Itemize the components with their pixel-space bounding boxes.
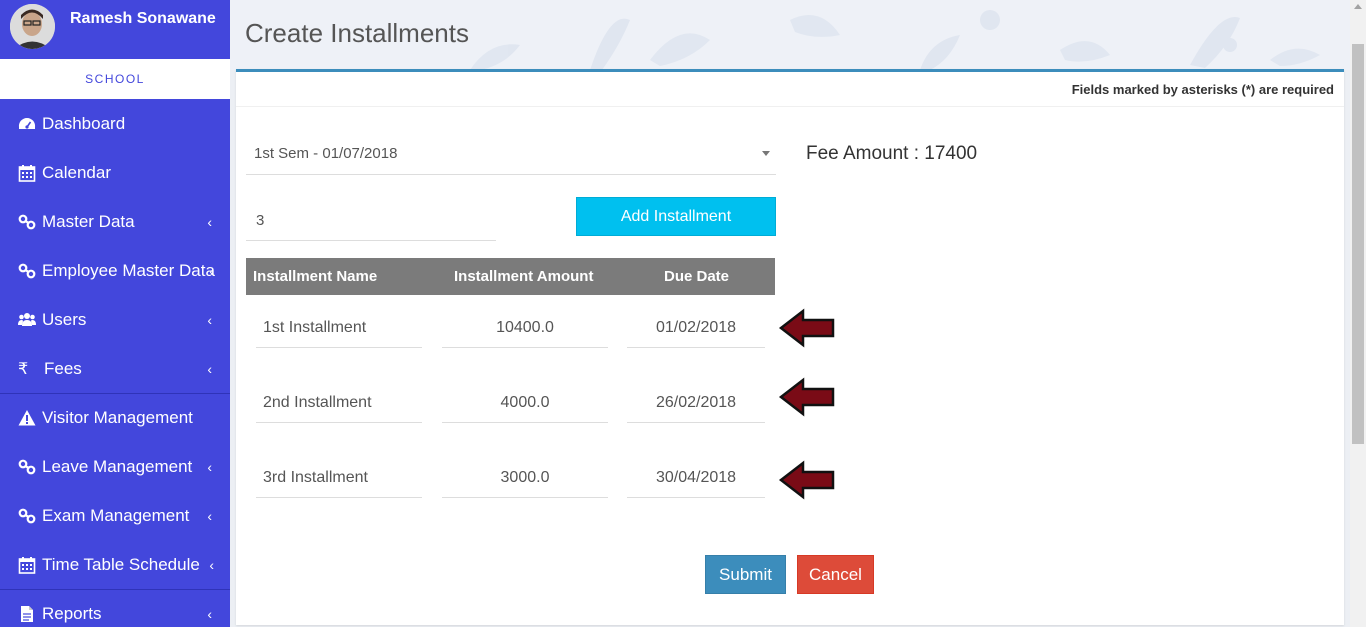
sidebar-item-exam-management[interactable]: Exam Management ‹ xyxy=(0,491,230,540)
installment-name-input[interactable] xyxy=(256,308,422,348)
installment-name-input[interactable] xyxy=(256,458,422,498)
sidebar-item-label: Master Data xyxy=(42,211,135,231)
header-background: Create Installments xyxy=(230,0,1350,70)
link-icon xyxy=(18,507,40,525)
arrow-left-icon xyxy=(778,377,835,417)
sidebar-item-label: Leave Management xyxy=(42,456,193,476)
installment-amount-input[interactable] xyxy=(442,308,608,348)
add-installment-button[interactable]: Add Installment xyxy=(576,197,776,236)
sidebar-item-visitor-management[interactable]: Visitor Management xyxy=(0,393,230,442)
installment-amount-input[interactable] xyxy=(442,458,608,498)
sidebar-item-label: Employee Master Data xyxy=(42,260,215,280)
column-header-installment-name: Installment Name xyxy=(253,268,378,285)
rupee-icon: ₹ xyxy=(18,360,29,378)
user-panel: Ramesh Sonawane xyxy=(0,0,230,59)
role-label: SCHOOL xyxy=(0,59,230,99)
arrow-left-icon xyxy=(778,460,835,500)
scroll-up-icon[interactable] xyxy=(1354,4,1362,9)
user-name: Ramesh Sonawane xyxy=(70,10,216,27)
sidebar-item-leave-management[interactable]: Leave Management ‹ xyxy=(0,442,230,491)
warning-icon xyxy=(18,409,40,427)
sidebar-item-calendar[interactable]: Calendar xyxy=(0,148,230,197)
sidebar-item-label: Users xyxy=(42,309,87,329)
sidebar-item-employee-master-data[interactable]: Employee Master Data ‹ xyxy=(0,246,230,295)
installment-amount-input[interactable] xyxy=(442,383,608,423)
cancel-button[interactable]: Cancel xyxy=(797,555,874,594)
fee-amount: Fee Amount : 17400 xyxy=(806,143,978,164)
form-box: Fields marked by asterisks (*) are requi… xyxy=(236,69,1344,625)
semester-select[interactable]: 1st Sem - 01/07/2018 xyxy=(246,135,776,175)
sidebar-item-label: Time Table Schedule xyxy=(42,554,200,574)
chevron-left-icon: ‹ xyxy=(207,311,212,328)
sidebar-item-label: Reports xyxy=(42,604,102,623)
sidebar-item-time-table-schedule[interactable]: Time Table Schedule ‹ xyxy=(0,540,230,589)
sidebar-item-label: Fees xyxy=(44,358,82,378)
column-header-installment-amount: Installment Amount xyxy=(454,268,594,285)
semester-select-value: 1st Sem - 01/07/2018 xyxy=(254,145,398,162)
arrow-left-icon xyxy=(778,308,835,348)
caret-down-icon xyxy=(762,151,770,156)
sidebar-item-dashboard[interactable]: Dashboard xyxy=(0,99,230,148)
sidebar-item-label: Visitor Management xyxy=(42,408,193,427)
page-scrollbar[interactable] xyxy=(1350,0,1366,627)
sidebar-nav: Dashboard Calendar Master Data ‹ Employe… xyxy=(0,99,230,627)
sidebar-item-master-data[interactable]: Master Data ‹ xyxy=(0,197,230,246)
link-icon xyxy=(18,262,40,280)
box-divider xyxy=(236,106,1344,107)
scrollbar-thumb[interactable] xyxy=(1352,44,1364,444)
installment-due-date-input[interactable] xyxy=(627,458,765,498)
chevron-left-icon: ‹ xyxy=(207,606,212,622)
sidebar-item-users[interactable]: Users ‹ xyxy=(0,295,230,344)
sidebar-item-label: Calendar xyxy=(42,162,111,182)
installments-table-header: Installment Name Installment Amount Due … xyxy=(246,258,775,295)
sidebar-item-label: Exam Management xyxy=(42,505,190,525)
chevron-left-icon: ‹ xyxy=(207,213,212,230)
required-fields-note: Fields marked by asterisks (*) are requi… xyxy=(1071,82,1334,97)
sidebar-item-fees[interactable]: ₹ Fees ‹ xyxy=(0,344,230,393)
chevron-left-icon: ‹ xyxy=(207,458,212,475)
link-icon xyxy=(18,213,40,231)
chevron-left-icon: ‹ xyxy=(209,556,214,573)
column-header-due-date: Due Date xyxy=(664,268,730,285)
calendar-icon xyxy=(18,164,40,182)
sidebar: Ramesh Sonawane SCHOOL Dashboard Calenda… xyxy=(0,0,230,627)
chevron-left-icon: ‹ xyxy=(207,360,212,377)
installment-count-input[interactable] xyxy=(246,201,496,241)
dashboard-icon xyxy=(18,115,40,133)
link-icon xyxy=(18,458,40,476)
chevron-left-icon: ‹ xyxy=(209,262,214,279)
users-icon xyxy=(18,311,40,329)
avatar[interactable] xyxy=(10,4,55,49)
main-content: Create Installments Fields marked by ast… xyxy=(230,0,1350,627)
sidebar-item-label: Dashboard xyxy=(42,113,126,133)
file-icon xyxy=(18,605,40,623)
chevron-left-icon: ‹ xyxy=(207,507,212,524)
installment-due-date-input[interactable] xyxy=(627,308,765,348)
calendar-icon xyxy=(18,556,40,574)
installment-due-date-input[interactable] xyxy=(627,383,765,423)
sidebar-item-reports[interactable]: Reports ‹ xyxy=(0,589,230,627)
installment-name-input[interactable] xyxy=(256,383,422,423)
submit-button[interactable]: Submit xyxy=(705,555,786,594)
page-title: Create Installments xyxy=(245,18,469,48)
